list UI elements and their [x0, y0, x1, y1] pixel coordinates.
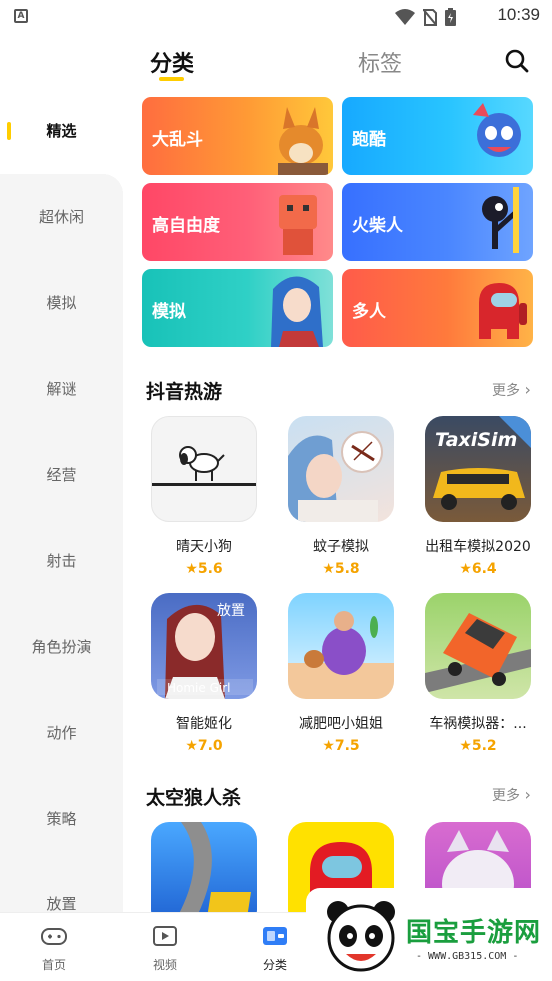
wifi-icon [395, 9, 415, 25]
homie-logo-text: Homie Girl [167, 681, 231, 695]
more-link-among-us[interactable]: 更多 › [492, 785, 531, 805]
game-card[interactable]: 晴天小狗 ★5.6 [144, 416, 264, 577]
chevron-right-icon: › [524, 785, 531, 804]
sidebar-item-featured[interactable]: 精选 [0, 111, 123, 151]
more-link-label: 更多 [492, 383, 520, 399]
more-link-label: 更多 [492, 788, 520, 804]
watermark-title: 国宝手游网 [406, 918, 542, 948]
game-card[interactable]: 减肥吧小姐姐 ★7.5 [281, 593, 401, 754]
diet-girl-game-icon [288, 593, 394, 699]
anime-girl-art-icon [271, 276, 323, 347]
watermark-url: - WWW.GB315.COM - [416, 951, 519, 962]
sidebar-item-shooting[interactable]: 射击 [0, 541, 123, 581]
chevron-right-icon: › [524, 380, 531, 399]
category-card-label: 模拟 [152, 302, 186, 322]
notification-a-icon: A [14, 9, 28, 23]
category-card-open-world[interactable]: 高自由度 [142, 183, 333, 261]
clock: 10:39 [497, 5, 540, 24]
more-link-douyin-hot[interactable]: 更多 › [492, 380, 531, 400]
sidebar-item-action[interactable]: 动作 [0, 713, 123, 753]
tab-category[interactable]: 分类 [150, 46, 194, 78]
anime-girl-game-icon: 放置 Homie Girl [151, 593, 257, 699]
game-name: 晴天小狗 [176, 539, 232, 555]
car-crash-game-icon [425, 593, 531, 699]
star-icon: ★ [322, 738, 335, 754]
game-rating: ★5.8 [322, 561, 360, 577]
game-card[interactable]: 蚊子模拟 ★5.8 [281, 416, 401, 577]
crewmate-art-icon [479, 283, 527, 339]
game-card[interactable]: TaxiSim 出租车模拟2020 ★6.4 [418, 416, 538, 577]
game-card[interactable]: 车祸模拟器：... ★5.2 [418, 593, 538, 754]
star-icon: ★ [185, 738, 198, 754]
category-card-label: 大乱斗 [152, 130, 203, 150]
category-card-label: 多人 [352, 302, 386, 322]
status-bar: A 10:39 [0, 0, 552, 34]
category-card-label: 跑酷 [352, 130, 386, 150]
category-card-stickman[interactable]: 火柴人 [342, 183, 533, 261]
game-name: 智能姬化 [176, 716, 232, 732]
star-icon: ★ [322, 561, 335, 577]
status-icons [395, 8, 456, 26]
section-title-among-us: 太空狼人杀 [146, 787, 242, 809]
nav-label: 视频 [152, 958, 177, 972]
sidebar-item-puzzle[interactable]: 解谜 [0, 369, 123, 409]
no-sim-icon [423, 8, 437, 26]
sidebar-item-hypercasual[interactable]: 超休闲 [0, 197, 123, 237]
block-character-art-icon [279, 195, 317, 255]
nav-label: 首页 [41, 958, 66, 972]
category-card-label: 高自由度 [152, 216, 220, 236]
game-card[interactable]: 放置 Homie Girl 智能姬化 ★7.0 [144, 593, 264, 754]
category-card-parkour[interactable]: 跑酷 [342, 97, 533, 175]
sidebar-item-simulation[interactable]: 模拟 [0, 283, 123, 323]
star-icon: ★ [459, 561, 472, 577]
category-card-simulation[interactable]: 模拟 [142, 269, 333, 347]
star-icon: ★ [185, 561, 198, 577]
nav-home[interactable]: 首页 [24, 921, 84, 973]
sidebar-item-strategy[interactable]: 策略 [0, 799, 123, 839]
game-name: 出租车模拟2020 [425, 539, 531, 555]
tab-tags[interactable]: 标签 [358, 46, 402, 78]
sidebar-item-rpg[interactable]: 角色扮演 [0, 627, 123, 667]
site-watermark: 国宝手游网 - WWW.GB315.COM - [306, 888, 552, 981]
nav-category[interactable]: 分类 [245, 921, 305, 973]
blue-character-art-icon [473, 103, 521, 157]
game-rating: ★7.5 [322, 738, 360, 754]
category-sidebar: 精选 超休闲 模拟 解谜 经营 射击 角色扮演 动作 策略 放置 [0, 94, 123, 913]
section-title-douyin-hot: 抖音热游 [146, 381, 223, 403]
game-rating: ★6.4 [459, 561, 497, 577]
category-card-multiplayer[interactable]: 多人 [342, 269, 533, 347]
battery-icon [445, 8, 456, 26]
category-card-brawl[interactable]: 大乱斗 [142, 97, 333, 175]
game-icon-badge: 放置 [217, 603, 245, 619]
taxi-logo-text: TaxiSim [435, 429, 517, 451]
game-name: 车祸模拟器：... [429, 716, 527, 732]
sidebar-item-management[interactable]: 经营 [0, 455, 123, 495]
game-name: 减肥吧小姐姐 [299, 716, 383, 732]
search-icon[interactable] [504, 48, 530, 74]
panda-logo-icon [327, 901, 395, 972]
stickman-art-icon [482, 187, 519, 253]
game-rating: ★7.0 [185, 738, 223, 754]
taxi-game-icon: TaxiSim [425, 416, 531, 522]
dog-game-icon [151, 416, 257, 522]
category-icon [263, 927, 287, 945]
nav-video[interactable]: 视频 [135, 921, 195, 973]
star-icon: ★ [459, 738, 472, 754]
tab-indicator [159, 77, 184, 81]
corgi-art-icon [278, 107, 328, 175]
game-name: 蚊子模拟 [313, 539, 369, 555]
category-card-label: 火柴人 [352, 216, 403, 236]
mosquito-game-icon [288, 416, 394, 522]
nav-label: 分类 [262, 958, 287, 972]
top-tab-bar: 分类 标签 [0, 34, 552, 94]
video-icon [153, 926, 177, 946]
gamepad-icon [41, 928, 67, 945]
game-rating: ★5.2 [459, 738, 497, 754]
game-rating: ★5.6 [185, 561, 223, 577]
